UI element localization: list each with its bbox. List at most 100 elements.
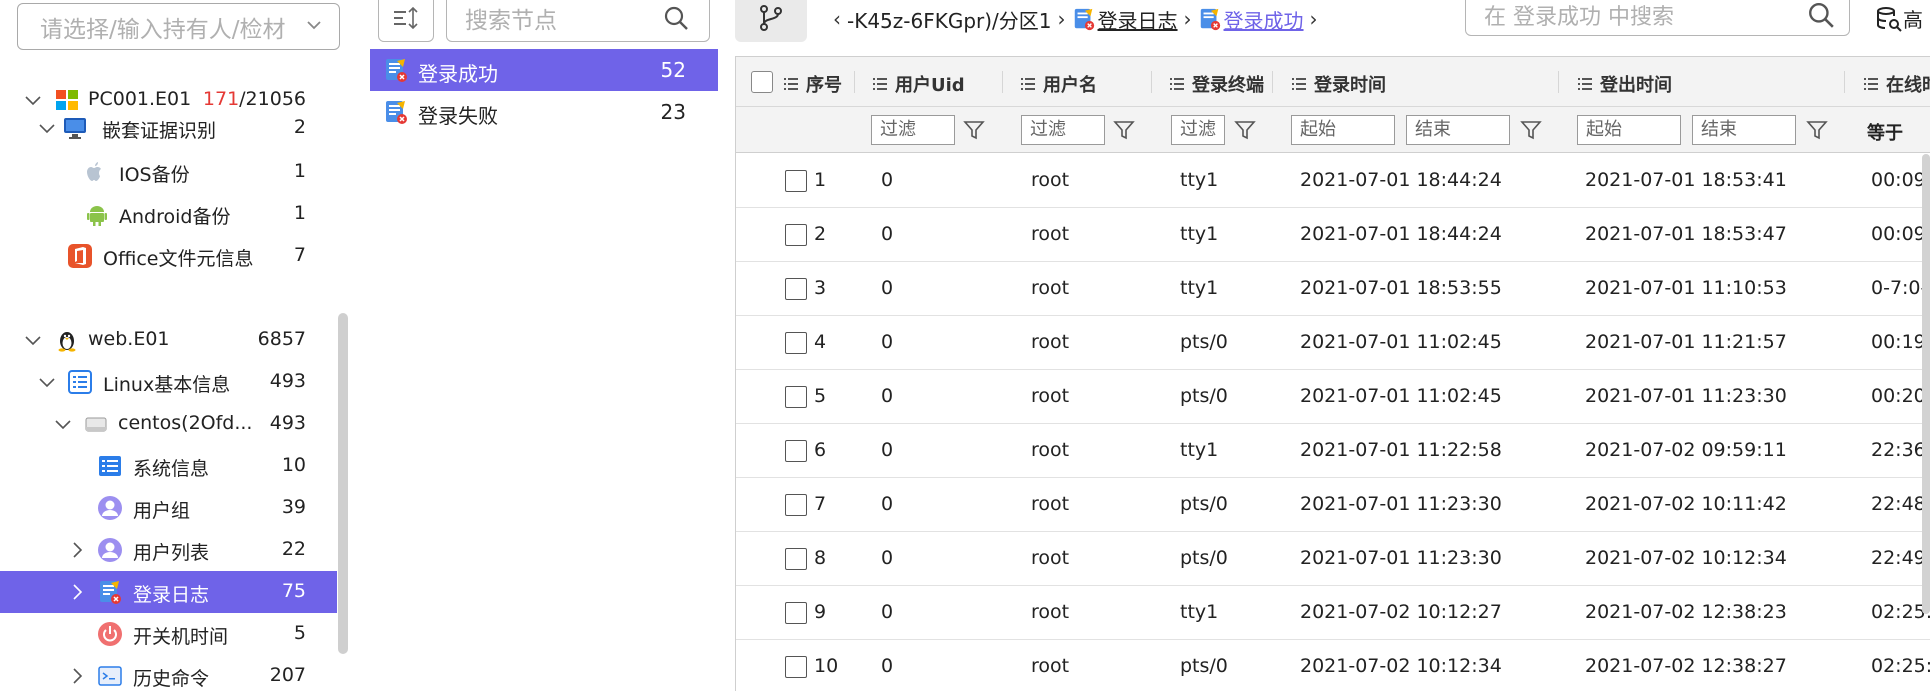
logout-end-input[interactable]: 结束 bbox=[1692, 115, 1796, 145]
tree-item-ios-backup[interactable]: IOS备份 1 bbox=[0, 151, 337, 193]
search-icon[interactable] bbox=[663, 5, 689, 31]
advanced-search-button[interactable]: 高 bbox=[1875, 4, 1923, 33]
table-row[interactable]: 4 0 root pts/0 2021-07-01 11:02:45 2021-… bbox=[736, 316, 1930, 370]
sort-button[interactable] bbox=[378, 0, 434, 42]
column-header-username[interactable]: 用户名 bbox=[1021, 71, 1097, 97]
cell-uid: 0 bbox=[881, 385, 894, 407]
tree-item-linux-basic[interactable]: Linux基本信息 493 bbox=[0, 361, 337, 403]
chevron-right-icon[interactable]: › bbox=[1310, 7, 1318, 31]
tree-scrollbar[interactable] bbox=[338, 313, 348, 654]
filter-icon[interactable] bbox=[1233, 118, 1257, 142]
column-header-uid[interactable]: 用户Uid bbox=[873, 71, 965, 97]
grid-vertical-scrollbar[interactable] bbox=[1922, 154, 1930, 614]
breadcrumb-log[interactable]: 登录日志 bbox=[1098, 5, 1178, 34]
column-menu-icon bbox=[784, 78, 798, 90]
tree-item-android-backup[interactable]: Android备份 1 bbox=[0, 193, 337, 235]
column-divider[interactable] bbox=[1844, 71, 1845, 93]
row-checkbox[interactable] bbox=[785, 278, 807, 300]
row-checkbox[interactable] bbox=[785, 332, 807, 354]
row-checkbox[interactable] bbox=[785, 440, 807, 462]
node-search-input[interactable]: 搜索节点 bbox=[446, 0, 710, 42]
node-item-login-failure[interactable]: 登录失败 23 bbox=[370, 91, 718, 133]
tree-item-count: 493 bbox=[269, 412, 306, 434]
column-header-logout-time[interactable]: 登出时间 bbox=[1578, 71, 1672, 97]
tree-item-user-list[interactable]: 用户列表 22 bbox=[0, 529, 337, 571]
chevron-down-icon[interactable] bbox=[52, 413, 74, 435]
filter-icon[interactable] bbox=[1805, 118, 1829, 142]
online-filter-operator[interactable]: 等于 bbox=[1867, 119, 1903, 145]
cell-uid: 0 bbox=[881, 547, 894, 569]
holder-select[interactable]: 请选择/输入持有人/检材 bbox=[17, 3, 340, 50]
chevron-down-icon[interactable] bbox=[36, 371, 58, 393]
filter-icon[interactable] bbox=[1519, 118, 1543, 142]
cell-logout-time: 2021-07-01 11:23:30 bbox=[1585, 385, 1787, 407]
row-checkbox[interactable] bbox=[785, 386, 807, 408]
branch-button[interactable] bbox=[735, 0, 807, 42]
tree-item-office-meta[interactable]: Office文件元信息 7 bbox=[0, 235, 337, 277]
column-divider[interactable] bbox=[854, 71, 855, 93]
login-end-input[interactable]: 结束 bbox=[1406, 115, 1510, 145]
table-row[interactable]: 10 0 root pts/0 2021-07-02 10:12:34 2021… bbox=[736, 640, 1930, 691]
column-header-online-time[interactable]: 在线时 bbox=[1864, 71, 1930, 97]
tree-item-history-commands[interactable]: 历史命令 207 bbox=[0, 655, 337, 691]
column-divider[interactable] bbox=[1151, 71, 1152, 93]
tree-item-web-e01[interactable]: web.E01 6857 bbox=[0, 319, 337, 361]
cell-terminal: tty1 bbox=[1180, 277, 1219, 299]
tree-item-login-log[interactable]: 登录日志 75 bbox=[0, 571, 337, 613]
tree-item-user-group[interactable]: 用户组 39 bbox=[0, 487, 337, 529]
tree-item-label: 系统信息 bbox=[133, 458, 210, 480]
chevron-right-icon[interactable] bbox=[66, 539, 88, 561]
column-divider[interactable] bbox=[1558, 71, 1559, 93]
username-filter-input[interactable]: 过滤 bbox=[1021, 115, 1105, 145]
user-group-icon bbox=[98, 496, 122, 520]
login-start-input[interactable]: 起始 bbox=[1291, 115, 1395, 145]
row-checkbox[interactable] bbox=[785, 656, 807, 678]
row-checkbox[interactable] bbox=[785, 494, 807, 516]
table-row[interactable]: 1 0 root tty1 2021-07-01 18:44:24 2021-0… bbox=[736, 154, 1930, 208]
logout-start-input[interactable]: 起始 bbox=[1577, 115, 1681, 145]
row-checkbox[interactable] bbox=[785, 170, 807, 192]
chevron-right-icon[interactable] bbox=[66, 581, 88, 603]
cell-terminal: tty1 bbox=[1180, 439, 1219, 461]
tree-item-centos[interactable]: centos(2Ofd... 493 bbox=[0, 403, 337, 445]
table-row[interactable]: 5 0 root pts/0 2021-07-01 11:02:45 2021-… bbox=[736, 370, 1930, 424]
tree-item-system-info[interactable]: 系统信息 10 bbox=[0, 445, 337, 487]
filter-icon[interactable] bbox=[1112, 118, 1136, 142]
table-row[interactable]: 2 0 root tty1 2021-07-01 18:44:24 2021-0… bbox=[736, 208, 1930, 262]
tree-item-label: centos(2Ofd... bbox=[118, 412, 253, 434]
search-icon[interactable] bbox=[1807, 1, 1835, 29]
column-header-login-time[interactable]: 登录时间 bbox=[1292, 71, 1386, 97]
chevron-right-icon[interactable] bbox=[66, 665, 88, 687]
cell-login-time: 2021-07-02 10:12:27 bbox=[1300, 601, 1502, 623]
chevron-right-icon: › bbox=[1057, 7, 1066, 31]
chevron-left-icon[interactable]: ‹ bbox=[833, 7, 841, 31]
tree-item-label: 嵌套证据识别 bbox=[102, 120, 217, 142]
table-row[interactable]: 7 0 root pts/0 2021-07-01 11:23:30 2021-… bbox=[736, 478, 1930, 532]
column-divider[interactable] bbox=[1272, 71, 1273, 93]
table-row[interactable]: 6 0 root tty1 2021-07-01 11:22:58 2021-0… bbox=[736, 424, 1930, 478]
tree-item-nested-evidence[interactable]: 嵌套证据识别 2 bbox=[0, 107, 337, 149]
row-checkbox[interactable] bbox=[785, 224, 807, 246]
node-item-login-success[interactable]: 登录成功 52 bbox=[370, 49, 718, 91]
row-checkbox[interactable] bbox=[785, 602, 807, 624]
column-header-terminal[interactable]: 登录终端 bbox=[1170, 71, 1264, 97]
column-header-seq[interactable]: 序号 bbox=[784, 71, 842, 97]
table-row[interactable]: 8 0 root pts/0 2021-07-01 11:23:30 2021-… bbox=[736, 532, 1930, 586]
breadcrumb-current[interactable]: 登录成功 bbox=[1224, 5, 1304, 34]
android-icon bbox=[87, 206, 107, 226]
chevron-down-icon[interactable] bbox=[22, 329, 44, 351]
column-divider[interactable] bbox=[1002, 71, 1003, 93]
tree-item-power-time[interactable]: 开关机时间 5 bbox=[0, 613, 337, 655]
filter-icon[interactable] bbox=[962, 118, 986, 142]
row-checkbox[interactable] bbox=[785, 548, 807, 570]
select-all-checkbox[interactable] bbox=[751, 71, 773, 93]
cell-login-time: 2021-07-01 18:53:55 bbox=[1300, 277, 1502, 299]
terminal-filter-input[interactable]: 过滤 bbox=[1171, 115, 1225, 145]
grid-search-input[interactable]: 在 登录成功 中搜索 bbox=[1465, 0, 1850, 36]
column-menu-icon bbox=[1021, 78, 1035, 90]
table-row[interactable]: 3 0 root tty1 2021-07-01 18:53:55 2021-0… bbox=[736, 262, 1930, 316]
chevron-down-icon[interactable] bbox=[36, 117, 58, 139]
uid-filter-input[interactable]: 过滤 bbox=[871, 115, 955, 145]
breadcrumb-path[interactable]: -K45z-6FKGpr)/分区1 bbox=[847, 5, 1052, 34]
table-row[interactable]: 9 0 root tty1 2021-07-02 10:12:27 2021-0… bbox=[736, 586, 1930, 640]
